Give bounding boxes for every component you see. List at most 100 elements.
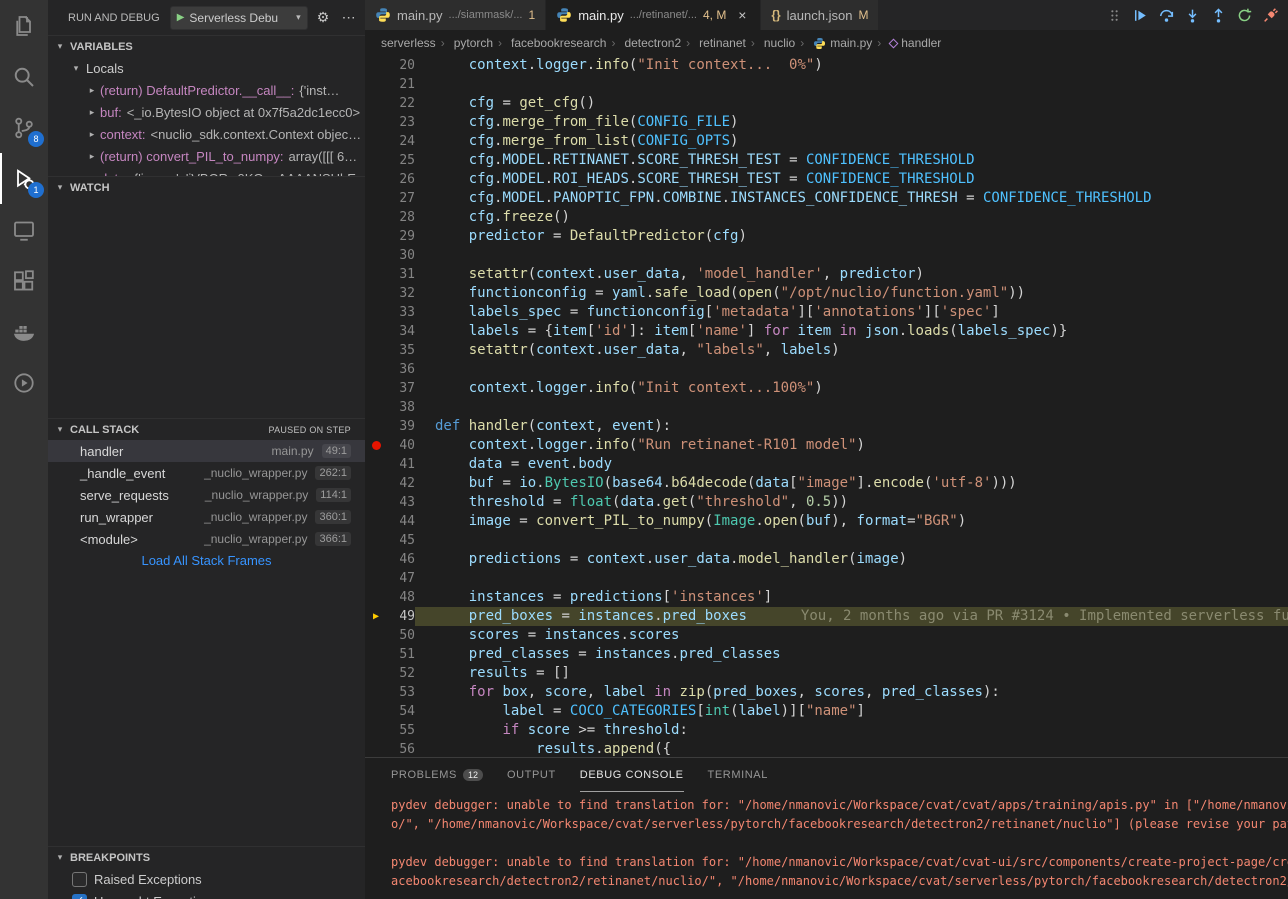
glyph-margin[interactable] — [365, 645, 387, 664]
glyph-margin[interactable] — [365, 550, 387, 569]
glyph-margin[interactable] — [365, 322, 387, 341]
glyph-margin[interactable] — [365, 493, 387, 512]
glyph-margin[interactable] — [365, 588, 387, 607]
glyph-margin[interactable] — [365, 227, 387, 246]
activity-search[interactable] — [0, 51, 48, 102]
activity-remote-explorer[interactable] — [0, 204, 48, 255]
breadcrumb-item[interactable]: pytorch — [436, 36, 493, 50]
code-line-38[interactable]: 38 — [365, 398, 1288, 417]
stack-frame-serve-requests[interactable]: serve_requests _nuclio_wrapper.py 114:1 — [48, 484, 365, 506]
code-line-45[interactable]: 45 — [365, 531, 1288, 550]
restart-button[interactable] — [1232, 3, 1256, 27]
glyph-margin[interactable] — [365, 531, 387, 550]
glyph-margin[interactable] — [365, 512, 387, 531]
activity-source-control[interactable]: 8 — [0, 102, 48, 153]
tab-main-py-siammask[interactable]: main.py .../siammask/... 1 — [365, 0, 546, 30]
panel-tab-output[interactable]: OUTPUT — [507, 758, 556, 792]
checkbox[interactable] — [72, 872, 87, 887]
glyph-margin[interactable] — [365, 56, 387, 75]
code-line-29[interactable]: 29 predictor = DefaultPredictor(cfg) — [365, 227, 1288, 246]
code-line-50[interactable]: 50 scores = instances.scores — [365, 626, 1288, 645]
glyph-margin[interactable] — [365, 94, 387, 113]
breakpoint-uncaught-exceptions[interactable]: Uncaught Exceptions — [48, 890, 365, 899]
current-line-arrow-icon[interactable]: ▶ — [365, 607, 387, 626]
tab-main-py-retinanet[interactable]: main.py .../retinanet/... 4, M × — [546, 0, 761, 30]
panel-tab-problems[interactable]: PROBLEMS 12 — [391, 758, 483, 792]
glyph-margin[interactable] — [365, 664, 387, 683]
breadcrumb-item-symbol[interactable]: handler — [872, 36, 941, 50]
code-line-35[interactable]: 35 setattr(context.user_data, "labels", … — [365, 341, 1288, 360]
code-line-33[interactable]: 33 labels_spec = functionconfig['metadat… — [365, 303, 1288, 322]
code-line-27[interactable]: 27 cfg.MODEL.PANOPTIC_FPN.COMBINE.INSTAN… — [365, 189, 1288, 208]
glyph-margin[interactable] — [365, 284, 387, 303]
code-line-40[interactable]: 40 context.logger.info("Run retinanet-R1… — [365, 436, 1288, 455]
variables-section-header[interactable]: ▾ VARIABLES — [48, 35, 365, 57]
code-line-52[interactable]: 52 results = [] — [365, 664, 1288, 683]
glyph-margin[interactable] — [365, 360, 387, 379]
breadcrumb-item[interactable]: facebookresearch — [493, 36, 606, 50]
activity-docker[interactable] — [0, 306, 48, 357]
glyph-margin[interactable] — [365, 626, 387, 645]
more-actions-icon[interactable]: ⋯ — [338, 9, 359, 26]
stack-frame-handler[interactable]: handler main.py 49:1 — [48, 440, 365, 462]
code-line-47[interactable]: 47 — [365, 569, 1288, 588]
watch-section-header[interactable]: ▾ WATCH — [48, 176, 365, 198]
code-line-37[interactable]: 37 context.logger.info("Init context...1… — [365, 379, 1288, 398]
debug-console-output[interactable]: pydev debugger: unable to find translati… — [365, 792, 1288, 899]
stack-frame-handle-event[interactable]: _handle_event _nuclio_wrapper.py 262:1 — [48, 462, 365, 484]
glyph-margin[interactable] — [365, 417, 387, 436]
code-line-39[interactable]: 39def handler(context, event): — [365, 417, 1288, 436]
code-line-25[interactable]: 25 cfg.MODEL.RETINANET.SCORE_THRESH_TEST… — [365, 151, 1288, 170]
code-line-34[interactable]: 34 labels = {item['id']: item['name'] fo… — [365, 322, 1288, 341]
glyph-margin[interactable] — [365, 740, 387, 757]
glyph-margin[interactable] — [365, 398, 387, 417]
code-line-49[interactable]: ▶49 pred_boxes = instances.pred_boxesYou… — [365, 607, 1288, 626]
code-line-31[interactable]: 31 setattr(context.user_data, 'model_han… — [365, 265, 1288, 284]
activity-run-debug[interactable]: 1 — [0, 153, 48, 204]
glyph-margin[interactable] — [365, 208, 387, 227]
continue-button[interactable] — [1128, 3, 1152, 27]
code-line-23[interactable]: 23 cfg.merge_from_file(CONFIG_FILE) — [365, 113, 1288, 132]
code-line-44[interactable]: 44 image = convert_PIL_to_numpy(Image.op… — [365, 512, 1288, 531]
tab-launch-json[interactable]: {} launch.json M — [761, 0, 879, 30]
glyph-margin[interactable] — [365, 113, 387, 132]
breakpoint-raised-exceptions[interactable]: Raised Exceptions — [48, 868, 365, 890]
glyph-margin[interactable] — [365, 170, 387, 189]
glyph-margin[interactable] — [365, 702, 387, 721]
breadcrumb-item[interactable]: nuclio — [746, 36, 795, 50]
code-line-54[interactable]: 54 label = COCO_CATEGORIES[int(label)]["… — [365, 702, 1288, 721]
close-icon[interactable]: × — [734, 7, 750, 23]
checkbox[interactable] — [72, 894, 87, 899]
variable-row[interactable]: ▸ data: {'image': 'iVBORw0KGgoAAAANSUhE… — [48, 167, 365, 176]
breadcrumb-item[interactable]: serverless — [381, 36, 436, 50]
scope-locals[interactable]: ▾ Locals — [48, 57, 365, 79]
load-all-stack-frames-link[interactable]: Load All Stack Frames — [48, 550, 365, 572]
step-over-button[interactable] — [1154, 3, 1178, 27]
activity-extensions[interactable] — [0, 255, 48, 306]
step-out-button[interactable] — [1206, 3, 1230, 27]
step-into-button[interactable] — [1180, 3, 1204, 27]
glyph-margin[interactable] — [365, 189, 387, 208]
toolbar-drag-handle[interactable] — [1102, 3, 1126, 27]
code-line-53[interactable]: 53 for box, score, label in zip(pred_box… — [365, 683, 1288, 702]
breadcrumb-item[interactable]: retinanet — [681, 36, 746, 50]
code-line-32[interactable]: 32 functionconfig = yaml.safe_load(open(… — [365, 284, 1288, 303]
glyph-margin[interactable] — [365, 132, 387, 151]
call-stack-section-header[interactable]: ▾ CALL STACK PAUSED ON STEP — [48, 418, 365, 440]
stack-frame-module[interactable]: <module> _nuclio_wrapper.py 366:1 — [48, 528, 365, 550]
glyph-margin[interactable] — [365, 474, 387, 493]
glyph-margin[interactable] — [365, 455, 387, 474]
variable-row[interactable]: ▸ (return) DefaultPredictor.__call__: {'… — [48, 79, 365, 101]
code-line-56[interactable]: 56 results.append({ — [365, 740, 1288, 757]
code-line-55[interactable]: 55 if score >= threshold: — [365, 721, 1288, 740]
glyph-margin[interactable] — [365, 683, 387, 702]
code-line-36[interactable]: 36 — [365, 360, 1288, 379]
breakpoints-section-header[interactable]: ▾ BREAKPOINTS — [48, 846, 365, 868]
code-editor[interactable]: 20 context.logger.info("Init context... … — [365, 56, 1288, 757]
breakpoint-icon[interactable] — [365, 436, 387, 455]
breadcrumb-item-file[interactable]: main.py — [795, 36, 872, 50]
debug-config-dropdown[interactable]: ▶ Serverless Debu ▾ — [170, 6, 308, 30]
code-line-26[interactable]: 26 cfg.MODEL.ROI_HEADS.SCORE_THRESH_TEST… — [365, 170, 1288, 189]
glyph-margin[interactable] — [365, 151, 387, 170]
activity-test-explorer[interactable] — [0, 357, 48, 408]
